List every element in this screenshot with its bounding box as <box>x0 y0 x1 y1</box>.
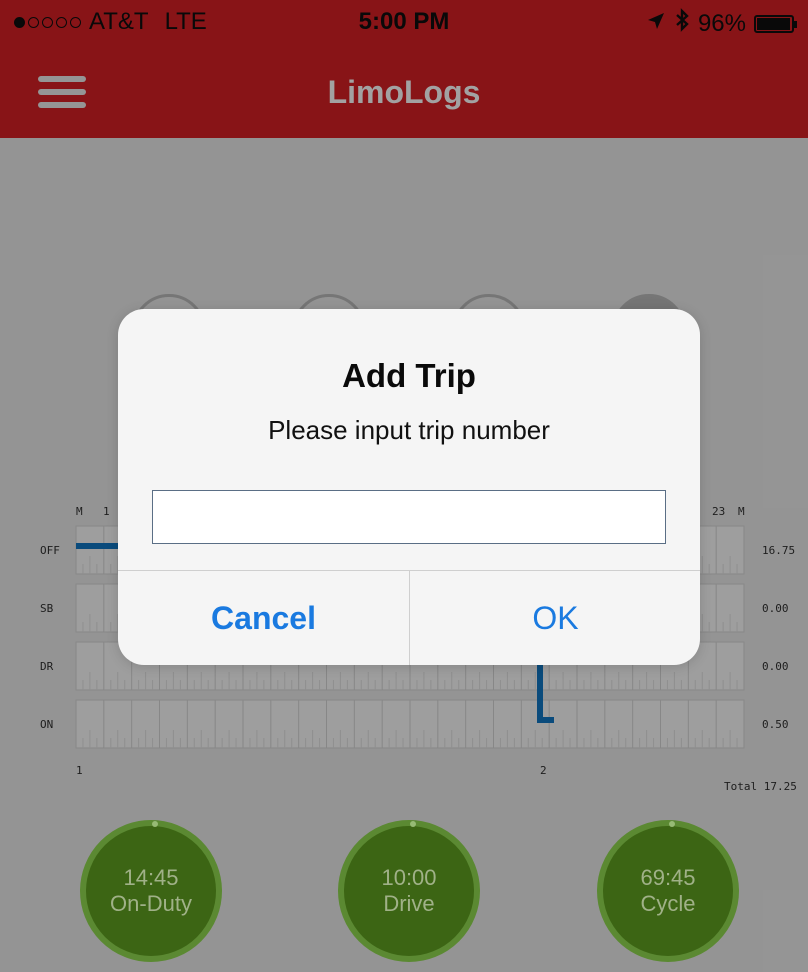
add-trip-dialog: Add Trip Please input trip number Cancel… <box>118 309 700 665</box>
dialog-title: Add Trip <box>342 357 476 394</box>
cancel-button[interactable]: Cancel <box>118 571 409 665</box>
ok-button[interactable]: OK <box>410 571 700 665</box>
trip-number-input[interactable] <box>152 490 666 544</box>
dialog-message: Please input trip number <box>268 415 550 445</box>
